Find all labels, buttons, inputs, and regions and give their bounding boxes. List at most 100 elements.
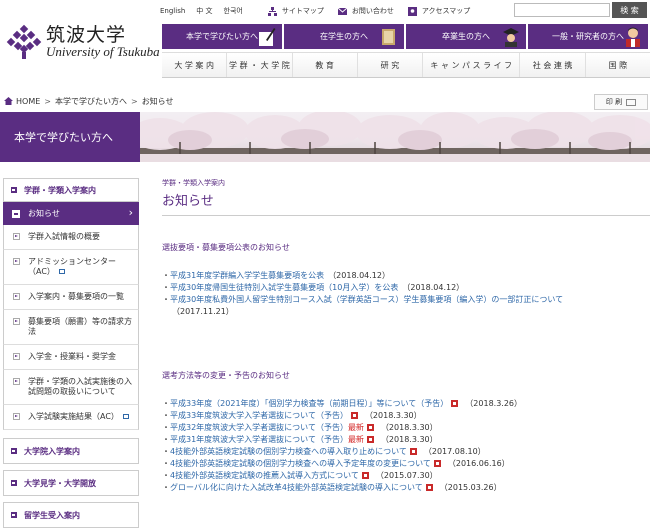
news-link[interactable]: 平成33年度筑波大学入学者選抜について（予告） bbox=[170, 410, 348, 422]
sidebar-item-visits[interactable]: 大学見学・大学開放 bbox=[3, 470, 139, 496]
person-icon bbox=[624, 26, 642, 47]
news-link[interactable]: 4技能外部英語検定試験の推薦入試導入方式について bbox=[170, 470, 359, 482]
news-date: （2016.06.16） bbox=[447, 459, 510, 468]
news-link[interactable]: 平成30年度私費外国人留学生特別コース入試（学群英語コース）学生募集要項（編入学… bbox=[170, 294, 563, 306]
lang-korean[interactable]: 한국어 bbox=[224, 6, 243, 16]
pdf-icon bbox=[366, 424, 374, 431]
sidebar-item-label: アドミッションセンター（AC） bbox=[28, 257, 116, 276]
list-item: ・平成30年度帰国生徒特別入試学生募集要項（10月入学）を公表 （2018.04.… bbox=[162, 282, 465, 294]
university-logo[interactable]: 筑波大学 University of Tsukuba bbox=[6, 24, 160, 60]
access-map-label: アクセスマップ bbox=[421, 7, 471, 15]
news-date: （2015.07.30） bbox=[375, 471, 438, 480]
sidebar-section-label: 学群・学類入学案内 bbox=[24, 185, 96, 195]
square-bullet-icon bbox=[11, 512, 17, 518]
sidebar-item-results[interactable]: 入学試験実施結果（AC） bbox=[3, 405, 139, 430]
sidebar-item-news[interactable]: お知らせ › bbox=[3, 202, 139, 225]
news-date: （2018.3.30） bbox=[364, 411, 422, 420]
pdf-icon bbox=[451, 400, 459, 407]
sidebar-item-label: 入学金・授業料・奨学金 bbox=[28, 352, 116, 361]
tab-current-students[interactable]: 在学生の方へ bbox=[284, 24, 404, 49]
news-link[interactable]: 平成31年度筑波大学入学者選抜について（予告） bbox=[170, 434, 348, 446]
external-link-icon bbox=[122, 414, 129, 419]
sidebar-item-label: 大学見学・大学開放 bbox=[24, 478, 96, 488]
nav-international[interactable]: 国 際 bbox=[584, 53, 650, 77]
list-item: ・ 4技能外部英語検定試験の個別学力検査への導入取り止めについて （2017.08.… bbox=[162, 446, 486, 458]
sidebar-item-request[interactable]: 募集要項（願書）等の請求方法 bbox=[3, 310, 139, 345]
list-item: ・ 4技能外部英語検定試験の推薦入試導入方式について （2015.07.30） bbox=[162, 470, 438, 482]
sidebar-item-overview[interactable]: 学群入試情報の概要 bbox=[3, 225, 139, 250]
nav-campus-life[interactable]: キ ャ ン パ ス ラ イ フ bbox=[422, 53, 519, 77]
news-link[interactable]: グローバル化に向けた入試改革4技能外部英語検定試験の導入について bbox=[170, 482, 423, 494]
arrow-bullet-icon bbox=[13, 318, 20, 325]
page-kicker: 学群・学類入学案内 bbox=[162, 179, 225, 187]
site-header: 筑波大学 University of Tsukuba English 中 文 한… bbox=[0, 0, 650, 86]
news-date: （2018.3.30） bbox=[380, 435, 438, 444]
pdf-icon bbox=[425, 484, 433, 491]
nav-research[interactable]: 研 究 bbox=[356, 53, 422, 77]
sidebar-item-label: 入学試験実施結果（AC） bbox=[28, 412, 119, 421]
nav-social[interactable]: 社 会 連 携 bbox=[519, 53, 584, 77]
tab-prospective-students[interactable]: 本学で学びたい方へ bbox=[162, 24, 282, 49]
arrow-bullet-icon bbox=[13, 233, 20, 240]
print-button[interactable]: 印 刷 bbox=[594, 94, 648, 110]
nav-about[interactable]: 大 学 案 内 bbox=[162, 53, 226, 77]
pdf-icon bbox=[366, 436, 374, 443]
page-title: お知らせ bbox=[162, 194, 214, 209]
breadcrumb-home[interactable]: HOME bbox=[16, 97, 40, 106]
main-content: 学群・学類入学案内 お知らせ 選抜要項・募集要項公表のお知らせ ・平成31年度学… bbox=[162, 178, 650, 492]
news-link[interactable]: 平成33年度（2021年度）「個別学力検査等（前期日程）」等について（予告） bbox=[170, 398, 448, 410]
nav-schools[interactable]: 学 群 ・ 大 学 院 bbox=[226, 53, 291, 77]
tab-alumni[interactable]: 卒業生の方へ bbox=[406, 24, 526, 49]
news-link[interactable]: 平成32年度筑波大学入学者選抜について（予告） bbox=[170, 422, 348, 434]
sidebar-item-graduate[interactable]: 大学院入学案内 bbox=[3, 438, 139, 464]
sidebar-item-guides[interactable]: 入学案内・募集要項の一覧 bbox=[3, 285, 139, 310]
home-icon bbox=[4, 96, 13, 107]
arrow-bullet-icon bbox=[13, 378, 20, 385]
breadcrumb-separator: > bbox=[44, 97, 51, 106]
section-heading-guidelines: 選抜要項・募集要項公表のお知らせ bbox=[162, 243, 290, 252]
nav-education[interactable]: 教 育 bbox=[291, 53, 357, 77]
sidebar-item-admission-center[interactable]: アドミッションセンター（AC） bbox=[3, 250, 139, 285]
access-map-link[interactable]: アクセスマップ bbox=[407, 6, 471, 16]
lang-chinese[interactable]: 中 文 bbox=[196, 6, 212, 16]
news-date: （2018.3.26） bbox=[465, 399, 523, 408]
list-item: ・平成33年度筑波大学入学者選抜について（予告） （2018.3.30） bbox=[162, 410, 422, 422]
chevron-right-icon: › bbox=[128, 206, 133, 219]
news-date: （2017.11.21） bbox=[172, 307, 234, 316]
map-icon bbox=[407, 6, 417, 16]
search-input[interactable] bbox=[514, 3, 610, 17]
sitemap-link[interactable]: サイトマップ bbox=[267, 6, 324, 16]
breadcrumb-prospective[interactable]: 本学で学びたい方へ bbox=[55, 96, 127, 107]
news-link[interactable]: 平成31年度学群編入学学生募集要項を公表 bbox=[170, 270, 324, 282]
contact-link[interactable]: お問い合わせ bbox=[337, 6, 394, 16]
mail-icon bbox=[337, 7, 348, 16]
breadcrumb-separator: > bbox=[130, 97, 138, 106]
news-date: （2017.08.10） bbox=[423, 447, 486, 456]
list-item: ・平成31年度筑波大学入学者選抜について（予告） 最新 （2018.3.30） bbox=[162, 434, 438, 446]
square-bullet-icon bbox=[11, 448, 17, 454]
book-icon bbox=[380, 26, 398, 47]
sidebar-item-label: 入学案内・募集要項の一覧 bbox=[28, 292, 124, 301]
logo-japanese: 筑波大学 bbox=[46, 24, 127, 46]
square-bullet-icon bbox=[11, 187, 17, 193]
news-link[interactable]: 4技能外部英語検定試験の個別学力検査への導入予定年度の変更について bbox=[170, 458, 431, 470]
news-list-guidelines: ・平成31年度学群編入学学生募集要項を公表 （2018.04.12） ・平成30年… bbox=[162, 270, 650, 318]
search-button[interactable]: 検 索 bbox=[612, 2, 647, 18]
sidebar-item-fees[interactable]: 入学金・授業料・奨学金 bbox=[3, 345, 139, 370]
arrow-bullet-icon bbox=[13, 258, 20, 265]
contact-label: お問い合わせ bbox=[351, 7, 394, 15]
logo-emblem-icon bbox=[6, 24, 42, 60]
sidebar-item-exam-handling[interactable]: 学群・学類の入試実施後の入試問題の取扱いについて bbox=[3, 370, 139, 405]
global-nav: 大 学 案 内 学 群 ・ 大 学 院 教 育 研 究 キ ャ ン パ ス ラ … bbox=[162, 52, 650, 78]
list-item: ・平成31年度学群編入学学生募集要項を公表 （2018.04.12） bbox=[162, 270, 390, 282]
sidebar-item-label: 大学院入学案内 bbox=[24, 446, 80, 456]
tab-label: 在学生の方へ bbox=[320, 32, 368, 41]
sidebar-item-international[interactable]: 留学生受入案内 bbox=[3, 502, 139, 528]
news-link[interactable]: 4技能外部英語検定試験の個別学力検査への導入取り止めについて bbox=[170, 446, 407, 458]
news-link[interactable]: 平成30年度帰国生徒特別入試学生募集要項（10月入学）を公表 bbox=[170, 282, 398, 294]
tab-general-researchers[interactable]: 一般・研究者の方へ bbox=[528, 24, 648, 49]
list-item: ・平成32年度筑波大学入学者選抜について（予告） 最新 （2018.3.30） bbox=[162, 422, 438, 434]
sidebar-section-undergrad[interactable]: 学群・学類入学案内 bbox=[3, 178, 139, 202]
lang-english[interactable]: English bbox=[160, 7, 185, 15]
pdf-icon bbox=[350, 412, 358, 419]
